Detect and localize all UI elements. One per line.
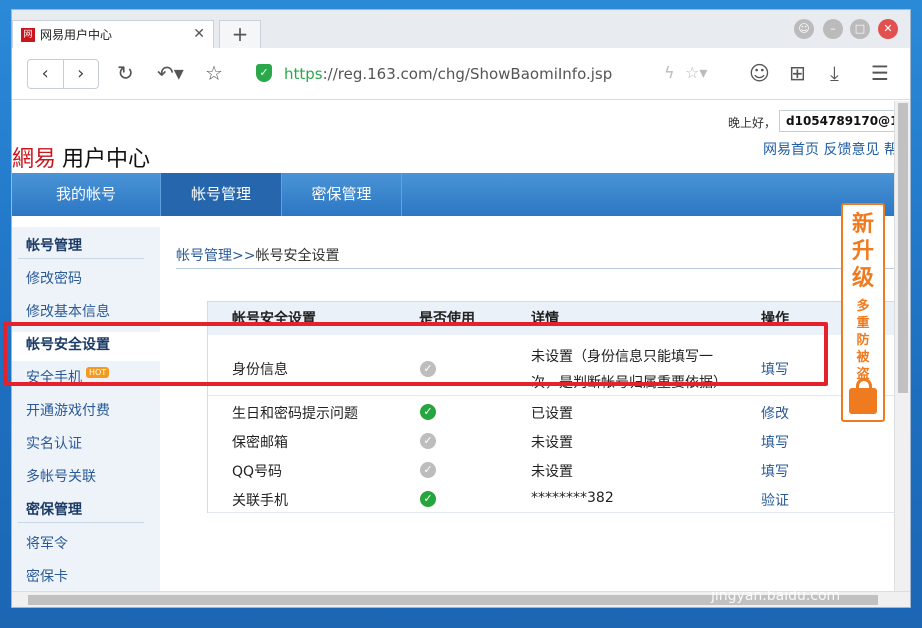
row-divider — [207, 395, 896, 396]
sidebar-divider — [18, 522, 144, 523]
promo-small-1: 多 — [856, 299, 870, 314]
row-detail: ********382 — [531, 490, 614, 506]
browser-toolbar: ‹ › ↻ ↶▾ ☆ ✓ https://reg.163.com/chg/Sho… — [12, 48, 910, 100]
row-action-link[interactable]: 填写 — [761, 461, 789, 481]
row-name: QQ号码 — [232, 464, 283, 480]
greeting: 晚上好， — [728, 116, 777, 130]
sidebar-item-real-name[interactable]: 实名认证 — [26, 433, 82, 453]
upgrade-promo-banner[interactable]: 新 升 级 多 重 防 被 盗 — [841, 203, 885, 422]
minimize-icon[interactable]: – — [823, 19, 843, 39]
top-links[interactable]: 网易首页 反馈意见 帮 — [763, 139, 896, 159]
row-name: 保密邮箱 — [232, 435, 288, 451]
row-name: 关联手机 — [232, 493, 288, 509]
row-detail: 未设置 — [531, 435, 573, 451]
row-action-link[interactable]: 验证 — [761, 490, 789, 510]
promo-small-3: 防 — [856, 333, 870, 348]
menu-icon[interactable]: ☰ — [871, 61, 889, 85]
vertical-scrollbar[interactable] — [894, 101, 910, 593]
checked-icon: ✓ — [420, 404, 436, 420]
browser-tab[interactable]: 网 网易用户中心 ✕ — [12, 20, 214, 48]
download-icon[interactable]: ⤓ — [830, 61, 839, 85]
back-icon[interactable]: ‹ — [28, 60, 64, 88]
sidebar-item-change-password[interactable]: 修改密码 — [26, 268, 82, 288]
star-icon[interactable]: ☆ — [205, 61, 223, 85]
nav-security-management[interactable]: 密保管理 — [282, 173, 402, 216]
chat-icon[interactable]: ☺ — [749, 61, 770, 85]
tab-title: 网易用户中心 — [40, 28, 113, 42]
promo-small-2: 重 — [856, 316, 870, 331]
favorite-icon[interactable]: ☆▾ — [685, 61, 707, 85]
address-path: ://reg.163.com/chg/ShowBaomiInfo.jsp — [322, 65, 613, 83]
promo-small-4: 被 — [856, 350, 870, 365]
row-detail: 未设置 — [531, 464, 573, 480]
sidebar-item-token[interactable]: 将军令 — [26, 533, 68, 553]
scroll-thumb[interactable] — [898, 103, 908, 393]
undo-icon[interactable]: ↶▾ — [157, 61, 184, 85]
netease-favicon-icon: 网 — [21, 27, 35, 42]
address-bar[interactable]: https://reg.163.com/chg/ShowBaomiInfo.js… — [284, 65, 612, 83]
maximize-icon[interactable]: □ — [850, 19, 870, 39]
close-window-icon[interactable]: ✕ — [878, 19, 898, 39]
row-action-link[interactable]: 填写 — [761, 432, 789, 452]
new-tab-button[interactable]: + — [219, 20, 261, 48]
lightning-icon[interactable]: ϟ — [664, 61, 675, 85]
sidebar-section-account: 帐号管理 — [26, 238, 82, 254]
close-icon[interactable]: ✕ — [193, 26, 205, 42]
sidebar-section-security: 密保管理 — [26, 502, 82, 518]
forward-icon[interactable]: › — [64, 60, 99, 88]
row-detail: 已设置 — [531, 406, 573, 422]
main-nav: 我的帐号 帐号管理 密保管理 — [12, 173, 896, 216]
unchecked-icon: ✓ — [420, 433, 436, 449]
apps-icon[interactable]: ⊞ — [789, 61, 806, 85]
browser-window: 网 网易用户中心 ✕ + ☺ – □ ✕ ‹ › ↻ ↶▾ ☆ ✓ https:… — [11, 9, 911, 608]
breadcrumb-divider — [176, 268, 896, 269]
promo-big-2: 升 — [851, 239, 874, 264]
tab-bar: 网 网易用户中心 ✕ + ☺ – □ ✕ — [12, 10, 910, 48]
lock-icon — [849, 378, 877, 414]
skin-icon[interactable]: ☺ — [794, 19, 814, 39]
row-name: 生日和密码提示问题 — [232, 406, 358, 422]
row-action-link[interactable]: 修改 — [761, 403, 789, 423]
sidebar-item-basic-info[interactable]: 修改基本信息 — [26, 301, 110, 321]
checked-icon: ✓ — [420, 491, 436, 507]
unchecked-icon: ✓ — [420, 462, 436, 478]
sidebar-item-multi-account[interactable]: 多帐号关联 — [26, 466, 96, 486]
breadcrumb-parent[interactable]: 帐号管理 — [176, 248, 232, 264]
nav-account-management[interactable]: 帐号管理 — [160, 173, 282, 216]
site-logo[interactable]: 網易 用户中心 — [12, 141, 150, 173]
breadcrumb-sep: >> — [232, 248, 256, 264]
promo-big-1: 新 — [851, 212, 874, 237]
breadcrumb-current: 帐号安全设置 — [255, 248, 340, 264]
breadcrumb: 帐号管理>>帐号安全设置 — [176, 245, 339, 265]
secure-shield-icon: ✓ — [256, 64, 272, 82]
sidebar-item-security-card[interactable]: 密保卡 — [26, 566, 68, 586]
sidebar-item-game-payment[interactable]: 开通游戏付费 — [26, 400, 110, 420]
address-scheme: https — [284, 65, 323, 83]
highlight-box — [3, 322, 828, 386]
promo-big-3: 级 — [851, 266, 874, 291]
baidu-watermark-url: jingyan.baidu.com — [711, 588, 841, 604]
table-bottom-line — [207, 512, 896, 513]
sidebar: 帐号管理 修改密码 修改基本信息 帐号安全设置 安全手机 HOT 开通游戏付费 实… — [12, 227, 170, 593]
refresh-icon[interactable]: ↻ — [117, 61, 134, 85]
nav-my-account[interactable]: 我的帐号 — [12, 173, 160, 216]
logo-title: 用户中心 — [62, 147, 151, 172]
sidebar-divider — [18, 258, 144, 259]
username-box[interactable]: d1054789170@163 — [779, 110, 896, 132]
nav-buttons: ‹ › — [27, 59, 99, 89]
logo-brand: 網易 — [12, 147, 57, 172]
